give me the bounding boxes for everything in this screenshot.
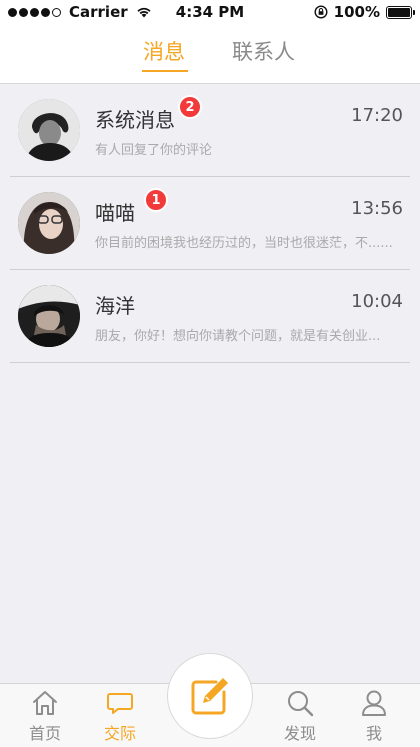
avatar	[18, 99, 80, 161]
unread-badge: 2	[178, 95, 202, 119]
avatar	[18, 192, 80, 254]
unread-badge: 1	[144, 188, 168, 212]
home-icon	[33, 691, 57, 715]
status-bar: Carrier 4:34 PM 100%	[0, 0, 420, 24]
message-name: 喵喵	[95, 201, 135, 225]
tab-home-label: 首页	[28, 724, 61, 743]
message-time: 17:20	[351, 105, 403, 126]
avatar	[18, 285, 80, 347]
tab-social[interactable]: 交际	[90, 688, 150, 744]
tab-messages[interactable]: 消息	[143, 36, 185, 66]
message-name: 系统消息	[95, 108, 175, 132]
tab-contacts[interactable]: 联系人	[232, 36, 295, 66]
tab-home[interactable]: 首页	[15, 688, 75, 744]
active-tab-indicator	[142, 70, 188, 72]
message-item-haiyang[interactable]: 海洋 10:04 朋友，你好！想向你请教个问题，就是有关创业...	[0, 270, 420, 363]
message-item-miaomiao[interactable]: 喵喵 1 13:56 你目前的困境我也经历过的，当时也很迷茫，不......	[0, 177, 420, 270]
person-icon	[362, 690, 386, 716]
battery-percent: 100%	[333, 3, 380, 21]
message-time: 10:04	[351, 291, 403, 312]
search-icon	[288, 691, 314, 717]
message-item-system[interactable]: 系统消息 2 17:20 有人回复了你的评论	[0, 84, 420, 177]
compose-edit-icon	[191, 678, 228, 715]
tab-me[interactable]: 我	[344, 688, 404, 744]
compose-button[interactable]	[167, 653, 253, 739]
rotation-lock-icon	[314, 5, 328, 19]
message-name: 海洋	[95, 294, 135, 318]
tab-me-label: 我	[365, 724, 382, 743]
message-list: 系统消息 2 17:20 有人回复了你的评论 喵喵 1 13:56 你目前的困境…	[0, 84, 420, 363]
top-tabs: 消息 联系人	[0, 24, 420, 84]
status-right: 100%	[314, 3, 415, 21]
chat-bubble-icon	[107, 693, 133, 714]
divider	[10, 362, 410, 363]
message-preview: 你目前的困境我也经历过的，当时也很迷茫，不......	[95, 236, 393, 251]
message-preview: 有人回复了你的评论	[95, 143, 213, 158]
message-preview: 朋友，你好！想向你请教个问题，就是有关创业...	[95, 329, 381, 344]
battery-icon	[386, 5, 415, 19]
tab-social-label: 交际	[103, 724, 136, 743]
message-time: 13:56	[351, 198, 403, 219]
tab-discover[interactable]: 发现	[270, 688, 330, 744]
tab-discover-label: 发现	[283, 724, 316, 743]
